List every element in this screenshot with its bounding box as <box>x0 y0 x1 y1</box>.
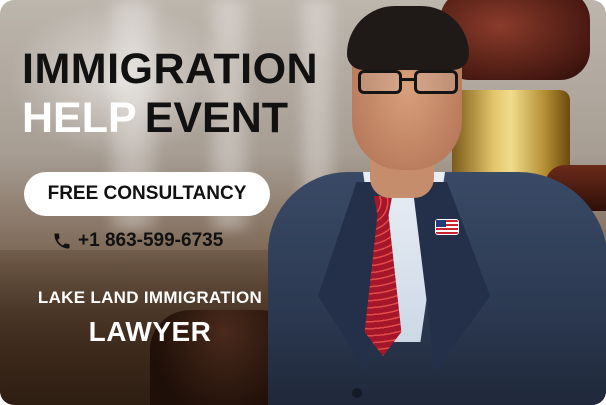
headline-line-1: IMMIGRATION <box>22 45 319 93</box>
headline-line-2: HELP EVENT <box>22 97 318 140</box>
glasses <box>358 68 462 98</box>
suit-button <box>352 388 362 398</box>
phone-icon <box>52 231 72 251</box>
firm-name-line-1: LAKE LAND IMMIGRATION <box>37 288 263 307</box>
glasses-lens-left <box>358 70 402 94</box>
lawyer-hair <box>347 6 469 70</box>
phone-link[interactable]: +1 863-599-6735 <box>52 230 223 252</box>
headline: IMMIGRATION HELP EVENT <box>22 48 318 140</box>
glasses-lens-right <box>414 70 458 94</box>
glasses-bridge <box>402 78 414 81</box>
free-consultancy-button[interactable]: FREE CONSULTANCY <box>24 172 270 216</box>
firm-name-line-2: LAWYER <box>88 316 212 347</box>
event-banner: IMMIGRATION HELP EVENT FREE CONSULTANCY +… <box>0 0 606 405</box>
flag-pin-icon <box>436 220 458 234</box>
phone-number: +1 863-599-6735 <box>78 230 224 251</box>
firm-name: LAKE LAND IMMIGRATION LAWYER <box>30 288 270 348</box>
headline-event-word: EVENT <box>144 94 289 142</box>
headline-help-word: HELP <box>22 94 137 142</box>
